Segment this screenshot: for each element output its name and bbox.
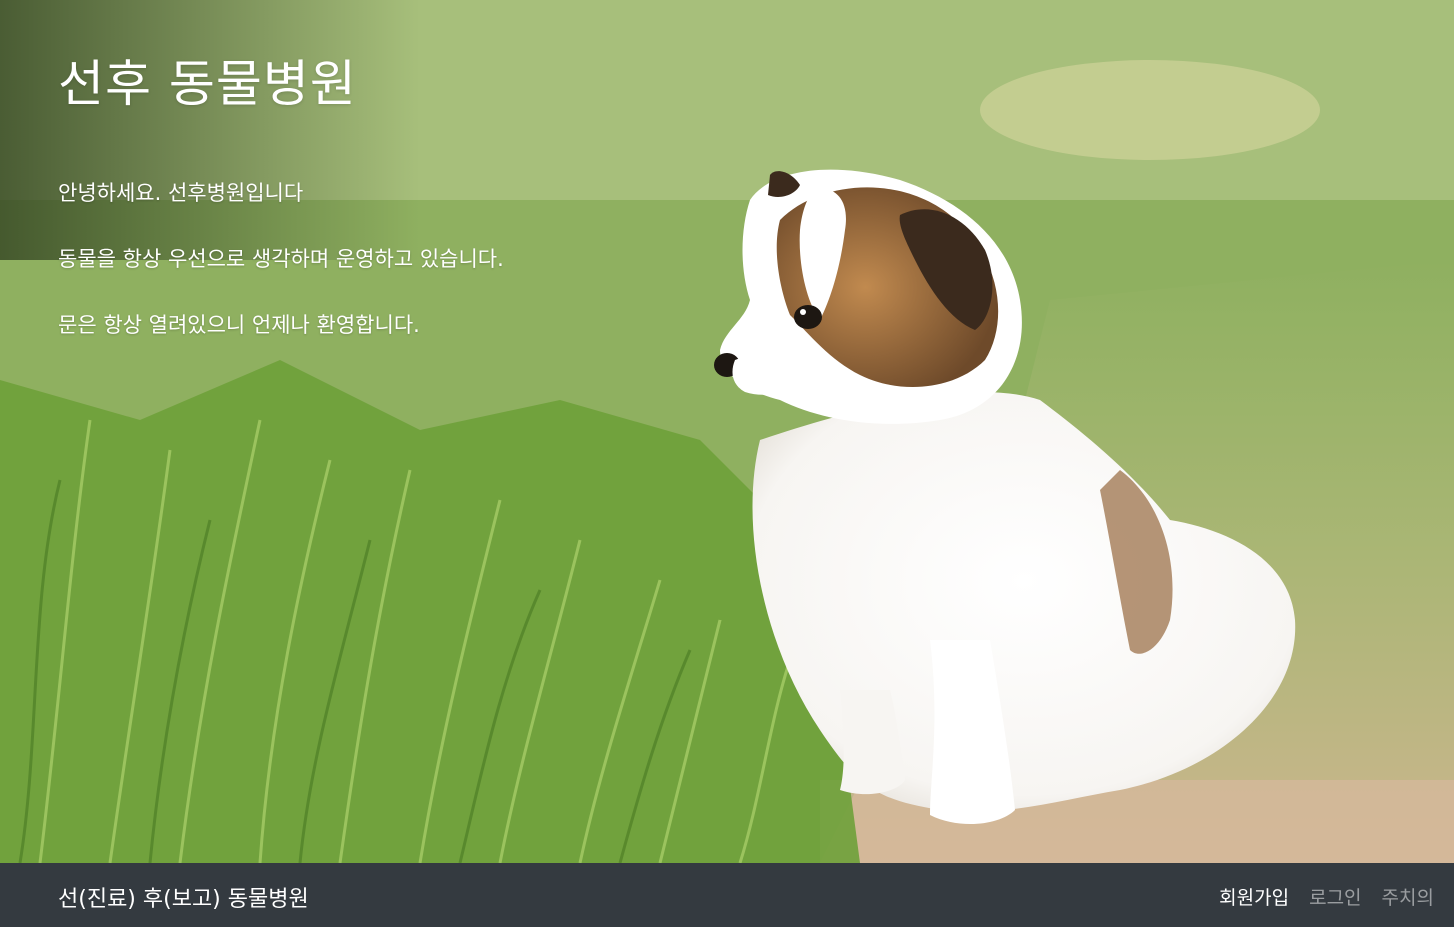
- nav-link-login[interactable]: 로그인: [1309, 883, 1361, 910]
- intro-line: 동물을 항상 우선으로 생각하며 운영하고 있습니다.: [58, 247, 504, 271]
- page-title: 선후 동물병원: [58, 55, 357, 113]
- intro-line: 문은 항상 열려있으니 언제나 환영합니다.: [58, 313, 420, 337]
- hero-section: 선후 동물병원 안녕하세요. 선후병원입니다 동물을 항상 우선으로 생각하며 …: [0, 0, 1454, 863]
- bottom-navbar: 선(진료) 후(보고) 동물병원 회원가입 로그인 주치의: [0, 863, 1454, 927]
- hero-background-image: [0, 0, 1454, 863]
- intro-text: 안녕하세요. 선후병원입니다 동물을 항상 우선으로 생각하며 운영하고 있습니…: [58, 180, 504, 378]
- brand-link[interactable]: 선(진료) 후(보고) 동물병원: [58, 881, 309, 913]
- nav-links: 회원가입 로그인 주치의: [1219, 883, 1434, 910]
- nav-link-primary-doctor[interactable]: 주치의: [1382, 883, 1434, 910]
- intro-line: 안녕하세요. 선후병원입니다: [58, 181, 304, 205]
- nav-link-signup[interactable]: 회원가입: [1219, 883, 1289, 910]
